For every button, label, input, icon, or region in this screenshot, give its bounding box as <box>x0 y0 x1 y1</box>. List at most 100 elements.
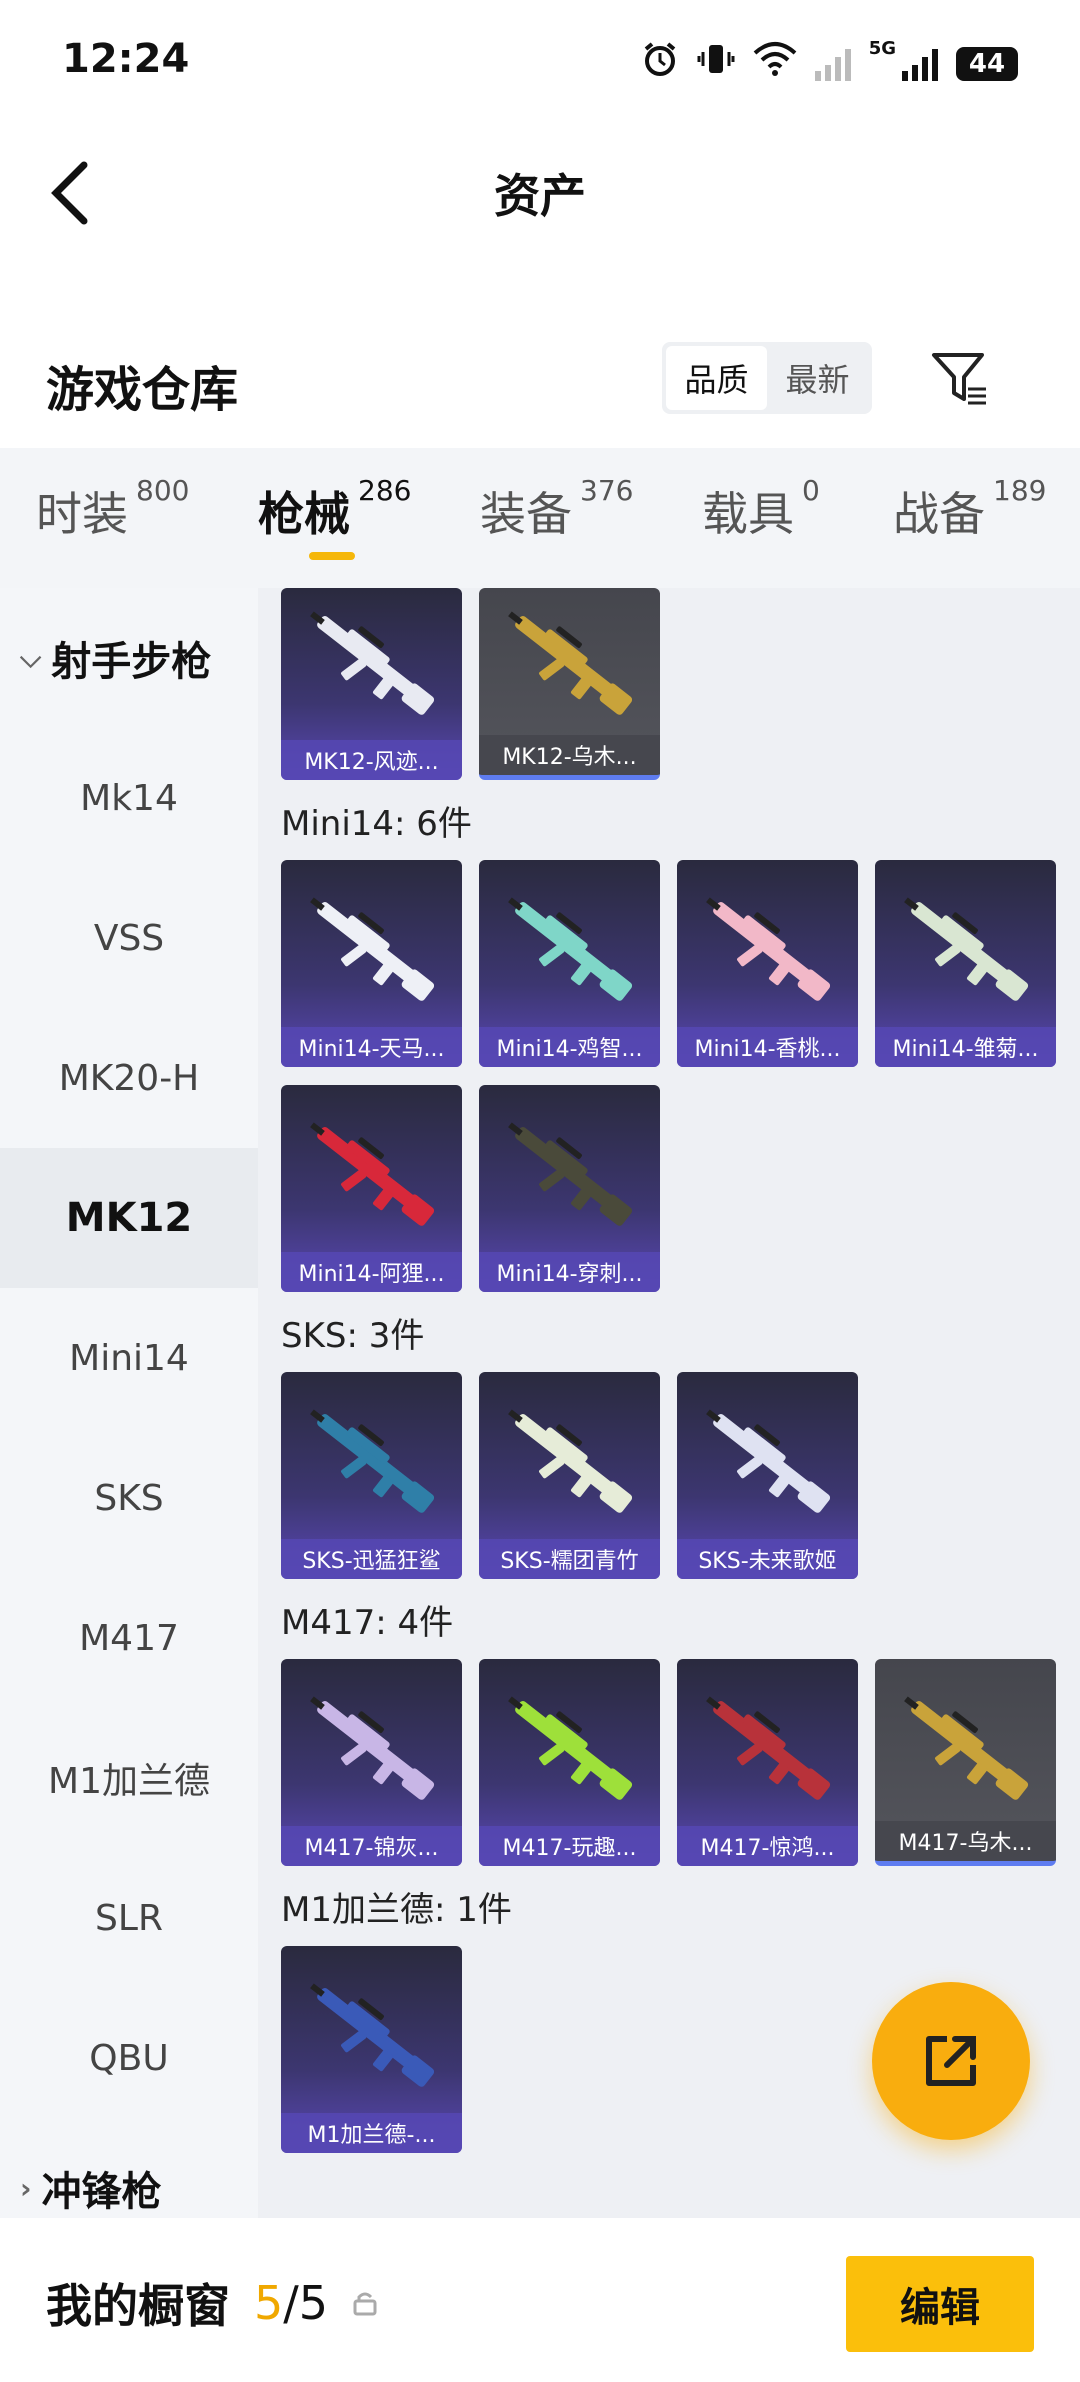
tab-label: 时装 <box>36 487 128 541</box>
share-external-icon <box>926 2036 976 2086</box>
battery-icon: 44 <box>956 46 1018 81</box>
weapon-skin-image <box>493 592 647 732</box>
warehouse-title: 游戏仓库 <box>46 362 239 418</box>
page-title: 资产 <box>494 169 586 223</box>
top-nav: 资产 <box>0 140 1080 240</box>
section-title: SKS: 3件 <box>281 1315 425 1356</box>
weapon-skin-image <box>295 1677 449 1817</box>
lock-icon[interactable] <box>350 2288 380 2318</box>
tab-count: 189 <box>993 474 1047 507</box>
skin-card[interactable]: M417-锦灰... <box>281 1659 462 1866</box>
network-type: 5G <box>868 38 896 59</box>
skin-card[interactable]: SKS-迅猛狂鲨 <box>281 1372 462 1579</box>
tab-label: 装备 <box>480 487 572 541</box>
skin-name: M1加兰德-... <box>281 2113 462 2153</box>
filter-icon <box>932 353 986 405</box>
skin-name: M417-玩趣... <box>479 1826 660 1866</box>
sidebar-group-smg[interactable]: › 冲锋枪 <box>0 2128 258 2218</box>
skin-name: Mini14-天马... <box>281 1027 462 1067</box>
weapon-skin-image <box>295 878 449 1018</box>
skin-card[interactable]: MK12-乌木... <box>479 588 660 780</box>
weapon-skin-image <box>889 1677 1043 1817</box>
tab-count: 0 <box>802 474 820 507</box>
wifi-icon <box>753 41 797 86</box>
status-time: 12:24 <box>62 36 190 82</box>
warehouse-header: 游戏仓库 品质 最新 <box>0 330 1080 430</box>
sidebar-item-vss[interactable]: VSS <box>0 868 258 1008</box>
skin-card[interactable]: Mini14-鸡智... <box>479 860 660 1067</box>
skin-card[interactable]: Mini14-阿狸... <box>281 1085 462 1292</box>
section-title: M417: 4件 <box>281 1602 454 1643</box>
skin-card[interactable]: SKS-糯团青竹 <box>479 1372 660 1579</box>
weapon-skin-image <box>493 1103 647 1243</box>
skin-grid: MK12-风迹... MK12-乌木... <box>258 588 1080 780</box>
weapon-skin-image <box>493 878 647 1018</box>
skin-grid: M417-锦灰... M417-玩趣... M417-惊鸿... M417-乌木... <box>258 1659 1080 1866</box>
sidebar-item-qbu[interactable]: QBU <box>0 1988 258 2128</box>
tab-equipment[interactable]: 装备 376 <box>480 474 633 544</box>
weapon-skin-image <box>691 1677 845 1817</box>
sidebar-group-marksman-rifles[interactable]: ⌵ 射手步枪 <box>0 588 258 728</box>
weapon-skin-image <box>493 1677 647 1817</box>
showcase-total: 5 <box>298 2276 329 2330</box>
section-title: Mini14: 6件 <box>281 803 472 844</box>
skin-name: SKS-未来歌姬 <box>677 1539 858 1579</box>
tab-fashion[interactable]: 时装 800 <box>36 474 189 544</box>
sidebar-item-sks[interactable]: SKS <box>0 1428 258 1568</box>
sidebar-group-label: 冲锋枪 <box>41 2169 162 2215</box>
tab-vehicles[interactable]: 载具 0 <box>702 474 820 544</box>
sidebar-item-m417[interactable]: M417 <box>0 1568 258 1708</box>
sort-quality-button[interactable]: 品质 <box>666 346 767 410</box>
tab-weapons[interactable]: 枪械 286 <box>258 474 411 544</box>
weapon-skin-image <box>295 1964 449 2104</box>
sort-toggle: 品质 最新 <box>662 342 872 414</box>
tab-label: 载具 <box>702 487 794 541</box>
showcase-label: 我的橱窗 <box>46 2279 230 2333</box>
sidebar-item-mk20h[interactable]: MK20-H <box>0 1008 258 1148</box>
skin-card[interactable]: M417-乌木... <box>875 1659 1056 1866</box>
weapon-category-sidebar: ⌵ 射手步枪 Mk14 VSS MK20-H MK12 Mini14 SKS M… <box>0 588 258 2218</box>
skin-name: SKS-糯团青竹 <box>479 1539 660 1579</box>
skin-name: Mini14-穿刺... <box>479 1252 660 1292</box>
chevron-right-icon: › <box>20 2171 32 2205</box>
skin-card[interactable]: Mini14-雏菊... <box>875 860 1056 1067</box>
sidebar-group-label: 射手步枪 <box>51 639 212 685</box>
filter-button[interactable] <box>925 344 995 414</box>
tab-count: 800 <box>136 474 190 507</box>
sidebar-item-mini14[interactable]: Mini14 <box>0 1288 258 1428</box>
skin-card[interactable]: M1加兰德-... <box>281 1946 462 2153</box>
weapon-skin-image <box>691 878 845 1018</box>
sidebar-item-mk12[interactable]: MK12 <box>0 1148 258 1288</box>
tab-count: 286 <box>358 474 412 507</box>
weapon-skin-image <box>295 592 449 732</box>
signal-sim1-icon <box>814 47 851 81</box>
skin-grid: Mini14-天马... Mini14-鸡智... Mini14-香桃... Mini… <box>258 860 1080 1292</box>
sidebar-item-slr[interactable]: SLR <box>0 1848 258 1988</box>
skin-name: Mini14-雏菊... <box>875 1027 1056 1067</box>
skin-name: M417-乌木... <box>875 1821 1056 1861</box>
sort-newest-button[interactable]: 最新 <box>767 346 868 410</box>
skin-card[interactable]: SKS-未来歌姬 <box>677 1372 858 1579</box>
skin-name: Mini14-香桃... <box>677 1027 858 1067</box>
skin-card[interactable]: Mini14-穿刺... <box>479 1085 660 1292</box>
skin-sections: MK12-风迹... MK12-乌木... Mini14: 6件 Mini14-天马.… <box>258 588 1080 2153</box>
chevron-down-icon: ⌵ <box>20 641 42 674</box>
skin-card[interactable]: MK12-风迹... <box>281 588 462 780</box>
showcase-used: 5 <box>254 2276 284 2330</box>
tab-count: 376 <box>580 474 634 507</box>
weapon-skin-list: MK12-风迹... MK12-乌木... Mini14: 6件 Mini14-天马.… <box>258 588 1080 2218</box>
my-showcase: 我的橱窗 5/5 <box>46 2270 380 2336</box>
edit-button[interactable]: 编辑 <box>846 2256 1034 2352</box>
skin-card[interactable]: Mini14-香桃... <box>677 860 858 1067</box>
category-tabs: 时装 800 枪械 286 装备 376 载具 0 战备 189 <box>0 448 1080 588</box>
skin-name: M417-惊鸿... <box>677 1826 858 1866</box>
weapon-skin-image <box>493 1390 647 1530</box>
sidebar-item-mk14[interactable]: Mk14 <box>0 728 258 868</box>
showcase-count: 5/5 <box>254 2276 328 2330</box>
tab-battle-gear[interactable]: 战备 189 <box>893 474 1046 544</box>
sidebar-item-m1-garand[interactable]: M1加兰德 <box>0 1708 258 1848</box>
skin-card[interactable]: Mini14-天马... <box>281 860 462 1067</box>
skin-card[interactable]: M417-惊鸿... <box>677 1659 858 1866</box>
share-button[interactable] <box>872 1982 1030 2140</box>
skin-card[interactable]: M417-玩趣... <box>479 1659 660 1866</box>
